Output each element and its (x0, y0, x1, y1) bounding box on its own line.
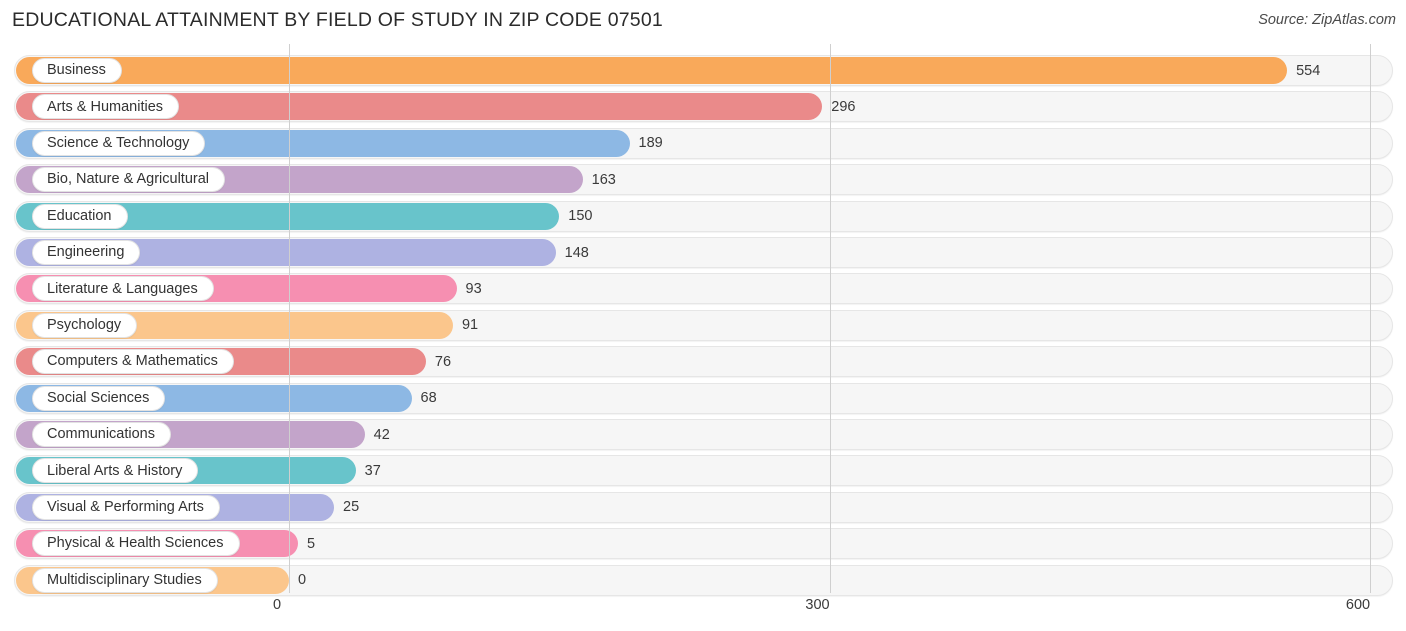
bar-row[interactable]: Literature & Languages 93 (14, 273, 1393, 305)
category-label-pill: Literature & Languages (32, 276, 214, 302)
bar-value-label: 163 (591, 171, 616, 188)
category-label: Education (47, 207, 112, 224)
bar-value-label: 189 (638, 135, 663, 152)
plot-area: Business 554 Arts & Humanities 296 Science &… (0, 44, 1406, 596)
bar-value-label: 25 (343, 499, 360, 516)
x-axis: 0 300 600 (0, 593, 1406, 631)
category-label-pill: Multidisciplinary Studies (32, 567, 218, 593)
category-label-pill: Education (32, 203, 128, 229)
bar-value-label: 5 (307, 535, 316, 552)
bar-value-label: 91 (461, 317, 479, 334)
bar-value-label: 42 (373, 426, 390, 443)
bar-value-label: 93 (465, 280, 482, 297)
category-label-pill: Bio, Nature & Agricultural (32, 167, 225, 193)
category-label-pill: Liberal Arts & History (32, 458, 199, 484)
category-label-pill: Business (32, 58, 122, 83)
category-label-pill: Computers & Mathematics (32, 349, 234, 375)
chart-root: EDUCATIONAL ATTAINMENT BY FIELD OF STUDY… (0, 0, 1406, 631)
bar-row[interactable]: Science & Technology 189 (14, 127, 1393, 159)
bar-value-label: 296 (831, 98, 856, 115)
bar-row[interactable]: Multidisciplinary Studies 0 (14, 564, 1393, 596)
bar-row[interactable]: Psychology 91 (14, 309, 1393, 341)
category-label: Multidisciplinary Studies (47, 571, 202, 588)
bar-row[interactable]: Arts & Humanities 296 (14, 91, 1393, 123)
category-label: Engineering (47, 244, 125, 261)
bar-value-label: 68 (420, 390, 437, 407)
category-label-pill: Visual & Performing Arts (32, 494, 220, 520)
category-label: Business (47, 62, 106, 79)
category-label: Computers & Mathematics (47, 353, 218, 370)
bar-row[interactable]: Physical & Health Sciences 5 (14, 528, 1393, 560)
category-label-pill: Communications (32, 422, 171, 447)
bar-row[interactable]: Bio, Nature & Agricultural 163 (14, 164, 1393, 196)
bar-row[interactable]: Communications 42 (14, 419, 1393, 450)
category-label: Science & Technology (47, 135, 190, 152)
category-label: Social Sciences (47, 389, 150, 406)
category-label: Liberal Arts & History (47, 462, 183, 479)
category-label-pill: Physical & Health Sciences (32, 531, 240, 557)
bar-row[interactable]: Visual & Performing Arts 25 (14, 491, 1393, 523)
bar-value-label: 150 (568, 208, 593, 225)
bar-row[interactable]: Engineering 148 (14, 237, 1393, 268)
chart-header: EDUCATIONAL ATTAINMENT BY FIELD OF STUDY… (0, 0, 1406, 44)
x-tick-label: 0 (272, 597, 282, 613)
bar-row[interactable]: Social Sciences 68 (14, 382, 1393, 414)
bar-row[interactable]: Computers & Mathematics 76 (14, 346, 1393, 378)
category-label: Arts & Humanities (47, 98, 164, 115)
bar-row[interactable]: Business 554 (14, 55, 1393, 86)
bar-value-label: 148 (564, 244, 589, 261)
x-tick-label: 300 (805, 597, 830, 613)
category-label: Bio, Nature & Agricultural (47, 171, 209, 188)
category-label-pill: Arts & Humanities (32, 94, 180, 120)
bar-value-label: 76 (434, 353, 452, 370)
source-attribution: Source: ZipAtlas.com (1258, 12, 1396, 28)
category-label: Physical & Health Sciences (47, 535, 224, 552)
bar-value-label: 37 (364, 462, 381, 479)
category-label: Visual & Performing Arts (47, 499, 204, 516)
x-tick-label: 600 (1345, 597, 1371, 613)
category-label-pill: Engineering (32, 240, 141, 265)
category-label-pill: Science & Technology (32, 130, 206, 156)
bar-row[interactable]: Liberal Arts & History 37 (14, 455, 1393, 487)
category-label: Psychology (47, 317, 122, 334)
category-label: Communications (47, 426, 155, 443)
bar[interactable] (16, 57, 1288, 84)
bar-value-label: 554 (1296, 62, 1321, 79)
page-title: EDUCATIONAL ATTAINMENT BY FIELD OF STUDY… (12, 9, 663, 31)
bar-row[interactable]: Education 150 (14, 200, 1393, 232)
category-label: Literature & Languages (47, 280, 198, 297)
category-label-pill: Social Sciences (32, 385, 166, 411)
bar-value-label: 0 (298, 572, 307, 589)
category-label-pill: Psychology (32, 312, 138, 338)
